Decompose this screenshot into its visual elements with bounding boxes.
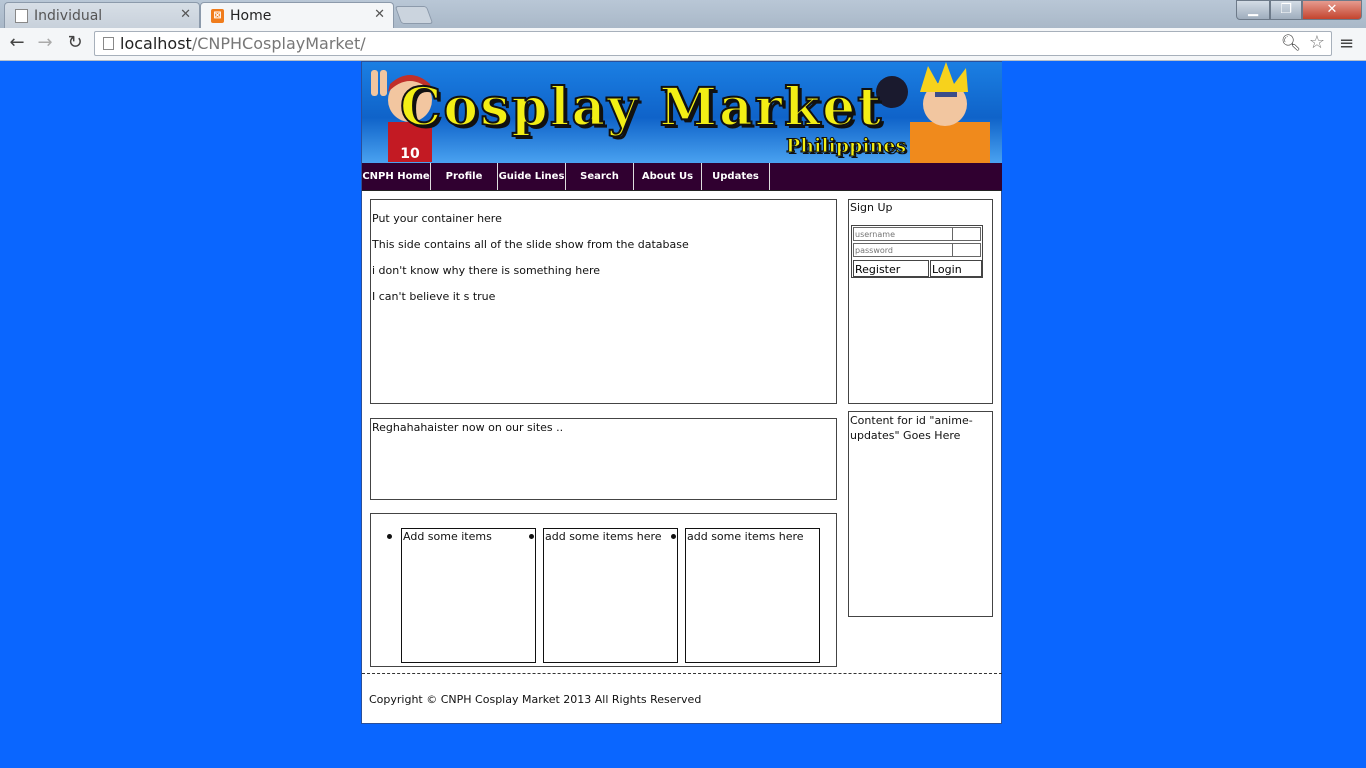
tab-title: Individual bbox=[34, 7, 103, 24]
password-input[interactable] bbox=[854, 244, 953, 256]
site-banner: 10 Cosplay Market Philippines bbox=[362, 62, 1002, 163]
slideshow-text: i don't know why there is something here bbox=[372, 264, 601, 277]
tab-individual[interactable]: Individual ✕ bbox=[4, 2, 200, 28]
password-field-wrapper bbox=[853, 243, 981, 257]
username-input[interactable] bbox=[854, 228, 953, 240]
login-button[interactable]: Login bbox=[930, 260, 982, 277]
minimize-button[interactable]: ▁ bbox=[1236, 0, 1270, 20]
maximize-button[interactable]: ❐ bbox=[1270, 0, 1302, 20]
page-container: 10 Cosplay Market Philippines CNPH Home … bbox=[361, 61, 1002, 724]
tab-home[interactable]: ⊠ Home ✕ bbox=[200, 2, 394, 28]
anime-updates-text: Content for id "anime-updates" Goes Here bbox=[850, 414, 973, 442]
item-card[interactable]: Add some items bbox=[401, 528, 536, 663]
item-card-text: Add some items bbox=[403, 530, 492, 543]
xampp-icon: ⊠ bbox=[211, 8, 224, 23]
bookmark-star-icon[interactable]: ☆ bbox=[1309, 32, 1325, 53]
anime-updates-panel: Content for id "anime-updates" Goes Here bbox=[848, 411, 993, 617]
close-tab-icon[interactable]: ✕ bbox=[180, 7, 191, 22]
nav-item-profile[interactable]: Profile bbox=[431, 163, 498, 190]
item-card-text: add some items here bbox=[545, 530, 662, 543]
items-container: Add some items add some items here add s… bbox=[370, 513, 837, 667]
item-card[interactable]: add some items here bbox=[685, 528, 820, 663]
slideshow-container: Put your container here This side contai… bbox=[370, 199, 837, 404]
register-button[interactable]: Register bbox=[853, 260, 929, 277]
document-icon bbox=[15, 8, 28, 23]
main-nav: CNPH Home Profile Guide Lines Search Abo… bbox=[362, 163, 1002, 191]
browser-toolbar: ← → ↻ localhost/CNPHCosplayMarket/ 🔍︎ ☆ … bbox=[0, 28, 1366, 61]
forward-icon[interactable]: → bbox=[34, 32, 56, 53]
list-bullet bbox=[671, 534, 676, 539]
search-icon[interactable]: 🔍︎ bbox=[1281, 33, 1301, 52]
close-window-button[interactable]: ✕ bbox=[1302, 0, 1362, 20]
nav-item-updates[interactable]: Updates bbox=[702, 163, 770, 190]
list-bullet bbox=[387, 534, 392, 539]
nav-item-search[interactable]: Search bbox=[566, 163, 634, 190]
slideshow-text: Put your container here bbox=[372, 212, 502, 225]
browser-titlebar: Individual ✕ ⊠ Home ✕ ▁ ❐ ✕ bbox=[0, 0, 1366, 28]
list-bullet bbox=[529, 534, 534, 539]
banner-subtitle: Philippines bbox=[785, 135, 907, 158]
username-field-wrapper bbox=[853, 227, 981, 241]
url-text[interactable]: localhost/CNPHCosplayMarket/ bbox=[120, 34, 366, 53]
back-icon[interactable]: ← bbox=[6, 32, 28, 53]
new-tab-button[interactable] bbox=[394, 6, 434, 24]
register-notice-text: Reghahahaister now on our sites .. bbox=[372, 421, 564, 434]
slideshow-text: This side contains all of the slide show… bbox=[372, 238, 689, 251]
slideshow-text: I can't believe it s true bbox=[372, 290, 496, 303]
nav-item-about-us[interactable]: About Us bbox=[634, 163, 702, 190]
footer-divider bbox=[362, 673, 1002, 674]
nav-item-home[interactable]: CNPH Home bbox=[362, 163, 431, 190]
login-form: Register Login bbox=[851, 225, 983, 278]
register-notice: Reghahahaister now on our sites .. bbox=[370, 418, 837, 500]
signup-title: Sign Up bbox=[850, 201, 893, 214]
reload-icon[interactable]: ↻ bbox=[64, 32, 86, 53]
nav-item-guide-lines[interactable]: Guide Lines bbox=[498, 163, 566, 190]
footer-copyright: Copyright © CNPH Cosplay Market 2013 All… bbox=[369, 693, 702, 706]
menu-icon[interactable]: ≡ bbox=[1339, 33, 1354, 54]
tab-title: Home bbox=[230, 7, 272, 24]
item-card-text: add some items here bbox=[687, 530, 804, 543]
close-tab-icon[interactable]: ✕ bbox=[374, 7, 385, 22]
item-card[interactable]: add some items here bbox=[543, 528, 678, 663]
address-bar[interactable]: localhost/CNPHCosplayMarket/ 🔍︎ ☆ bbox=[94, 31, 1332, 56]
banner-title: Cosplay Market bbox=[399, 76, 884, 139]
signup-panel: Sign Up Register Login bbox=[848, 199, 993, 404]
page-icon bbox=[103, 37, 114, 50]
svg-text:10: 10 bbox=[400, 146, 420, 162]
